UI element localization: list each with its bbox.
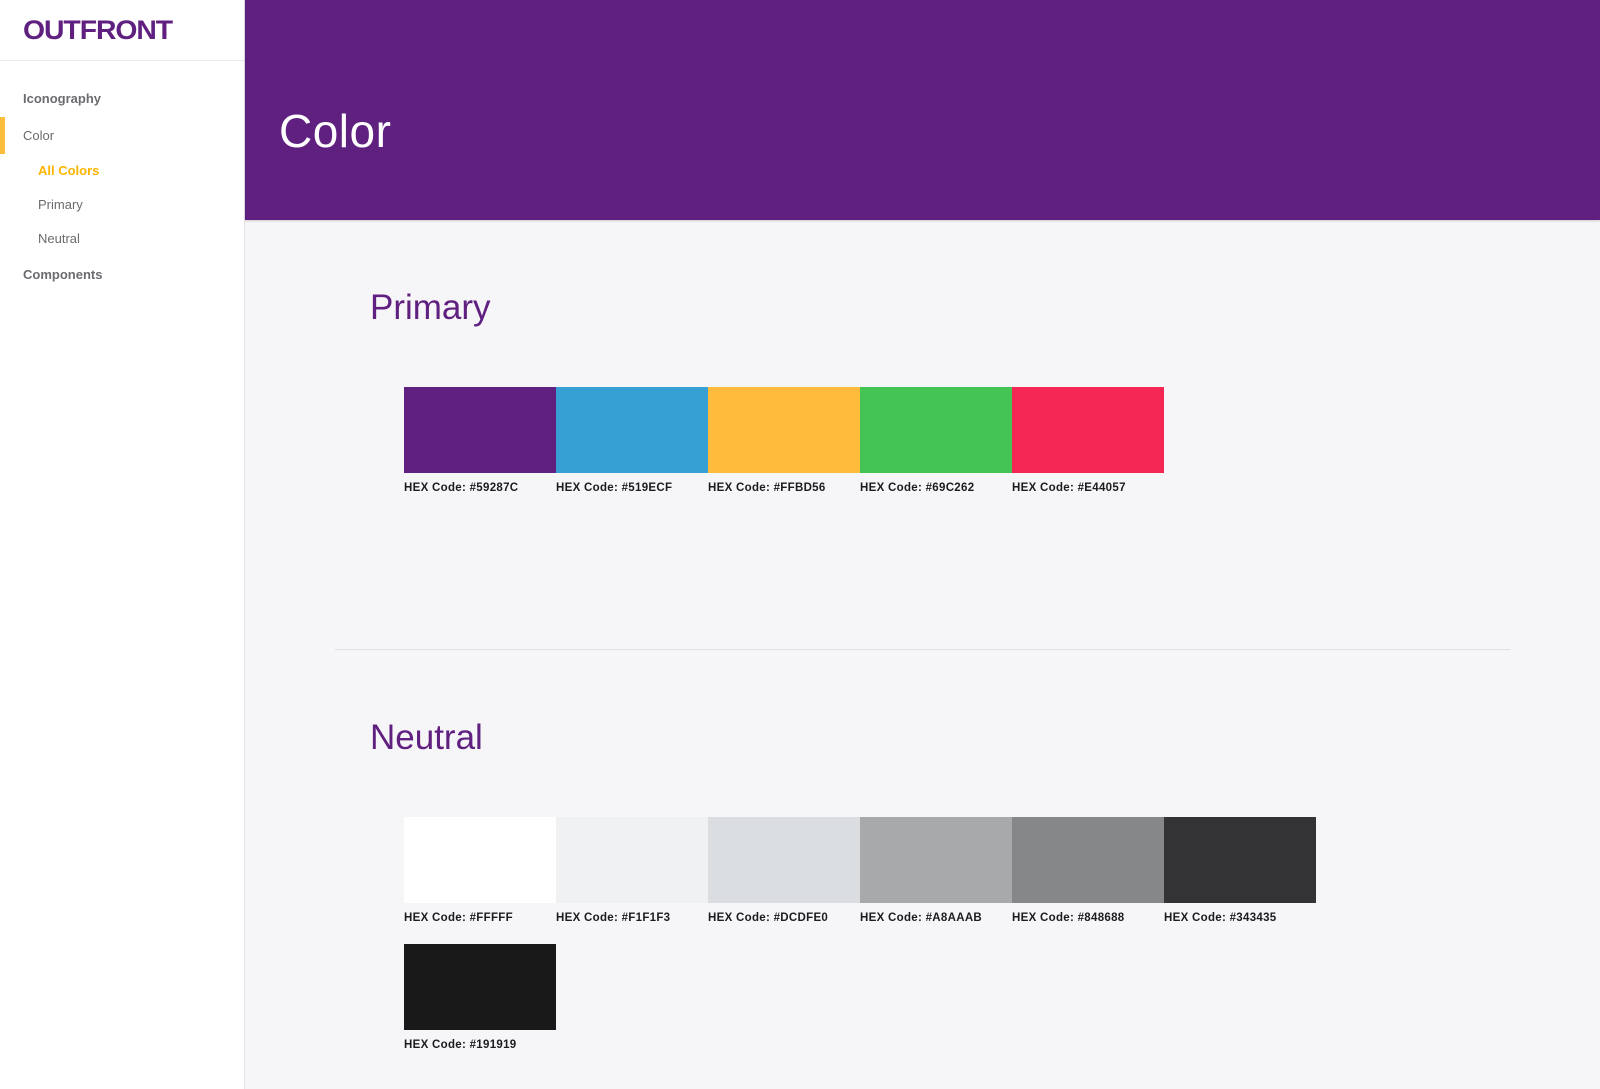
sidebar-item-components[interactable]: Components <box>0 256 244 293</box>
color-chip[interactable] <box>556 817 708 903</box>
color-chip[interactable] <box>404 817 556 903</box>
sidebar-subitem-neutral[interactable]: Neutral <box>0 222 244 256</box>
primary-swatch[interactable]: HEX Code: #519ECF <box>556 387 708 500</box>
hex-code-label: HEX Code: #343435 <box>1164 912 1277 924</box>
hex-code-label: HEX Code: #191919 <box>404 1039 517 1051</box>
color-chip[interactable] <box>404 387 556 473</box>
neutral-swatch[interactable]: HEX Code: #A8AAAB <box>860 817 1012 930</box>
color-chip[interactable] <box>708 387 860 473</box>
hex-code-label: HEX Code: #59287C <box>404 482 519 494</box>
color-chip[interactable] <box>860 387 1012 473</box>
style-guide-app: OUTFRONT Iconography Color All Colors Pr… <box>0 0 1600 1089</box>
hex-code-label: HEX Code: #FFFFF <box>404 912 513 924</box>
logo-container[interactable]: OUTFRONT <box>0 0 244 61</box>
hex-code-label: HEX Code: #FFBD56 <box>708 482 826 494</box>
neutral-swatch[interactable]: HEX Code: #DCDFE0 <box>708 817 860 930</box>
color-chip[interactable] <box>708 817 860 903</box>
page-title: Color <box>279 105 392 157</box>
neutral-swatch[interactable]: HEX Code: #F1F1F3 <box>556 817 708 930</box>
sidebar-nav: Iconography Color All Colors Primary Neu… <box>0 61 244 293</box>
color-chip[interactable] <box>1012 817 1164 903</box>
neutral-swatch-grid: HEX Code: #FFFFF HEX Code: #F1F1F3 HEX Cod… <box>404 817 1316 1057</box>
primary-section-title: Primary <box>370 288 491 327</box>
sidebar-subitem-all-colors[interactable]: All Colors <box>0 154 244 188</box>
color-chip[interactable] <box>1164 817 1316 903</box>
sidebar-item-color[interactable]: Color <box>0 117 244 154</box>
color-chip[interactable] <box>404 944 556 1030</box>
hex-code-label: HEX Code: #519ECF <box>556 482 673 494</box>
section-divider <box>335 649 1510 650</box>
neutral-swatch[interactable]: HEX Code: #848688 <box>1012 817 1164 930</box>
color-chip[interactable] <box>860 817 1012 903</box>
hex-code-label: HEX Code: #DCDFE0 <box>708 912 829 924</box>
neutral-swatch[interactable]: HEX Code: #343435 <box>1164 817 1316 930</box>
neutral-swatch[interactable]: HEX Code: #FFFFF <box>404 817 556 930</box>
sidebar-subitem-primary[interactable]: Primary <box>0 188 244 222</box>
primary-swatch[interactable]: HEX Code: #E44057 <box>1012 387 1164 500</box>
hex-code-label: HEX Code: #A8AAAB <box>860 912 983 924</box>
neutral-section-title: Neutral <box>370 718 483 757</box>
primary-swatch[interactable]: HEX Code: #FFBD56 <box>708 387 860 500</box>
sidebar-item-iconography[interactable]: Iconography <box>0 80 244 117</box>
primary-swatch[interactable]: HEX Code: #69C262 <box>860 387 1012 500</box>
color-chip[interactable] <box>1012 387 1164 473</box>
neutral-swatch[interactable]: HEX Code: #191919 <box>404 944 556 1057</box>
hex-code-label: HEX Code: #848688 <box>1012 912 1125 924</box>
color-chip[interactable] <box>556 387 708 473</box>
page-header: Color <box>245 0 1600 220</box>
hex-code-label: HEX Code: #F1F1F3 <box>556 912 671 924</box>
primary-swatch[interactable]: HEX Code: #59287C <box>404 387 556 500</box>
hex-code-label: HEX Code: #69C262 <box>860 482 975 494</box>
hex-code-label: HEX Code: #E44057 <box>1012 482 1126 494</box>
primary-swatch-grid: HEX Code: #59287C HEX Code: #519ECF HEX Co… <box>404 387 1316 500</box>
outfront-logo[interactable]: OUTFRONT <box>23 16 173 44</box>
sidebar: OUTFRONT Iconography Color All Colors Pr… <box>0 0 245 1089</box>
